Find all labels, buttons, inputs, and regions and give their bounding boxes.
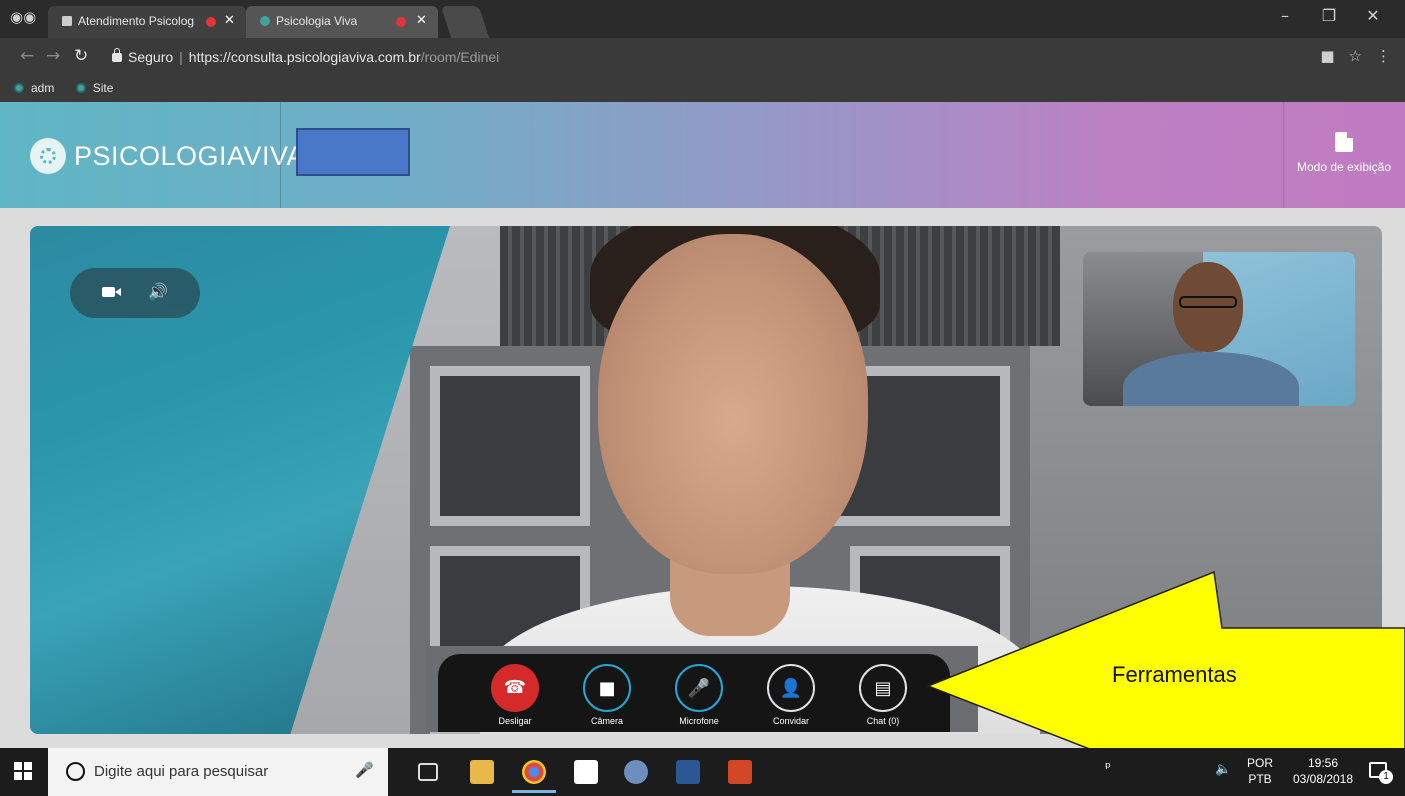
bookmark-label: adm bbox=[31, 81, 55, 95]
microphone-icon: 🎤 bbox=[687, 678, 711, 699]
camera-label: Câmera bbox=[590, 716, 623, 726]
word-icon[interactable] bbox=[676, 760, 700, 784]
call-toolbar: ☎ Desligar ■ Câmera 🎤 Microfone 👤 Convid… bbox=[426, 646, 978, 732]
redacted-box bbox=[296, 128, 410, 176]
camera-button[interactable]: ■ Câmera bbox=[568, 664, 646, 726]
tab-atendimento[interactable]: Atendimento Psicolog ✕ bbox=[48, 6, 246, 38]
window-controls: – ❐ ✕ bbox=[1263, 6, 1395, 25]
search-placeholder: Digite aqui para pesquisar bbox=[94, 763, 269, 780]
reload-icon[interactable]: ↻ bbox=[74, 46, 88, 66]
forward-icon[interactable]: → bbox=[46, 46, 60, 66]
watermark-text: bows. bbox=[1309, 696, 1346, 712]
bookmark-site[interactable]: Site bbox=[75, 81, 114, 95]
view-mode-button[interactable]: Modo de exibição bbox=[1288, 132, 1400, 174]
chrome-icon[interactable] bbox=[512, 760, 556, 793]
people-icon[interactable]: ᵖ bbox=[1105, 760, 1111, 776]
secure-label: Seguro bbox=[128, 49, 174, 65]
menu-icon[interactable]: ⋮ bbox=[1376, 47, 1391, 65]
chat-icon: ▤ bbox=[874, 678, 892, 699]
microphone-button[interactable]: 🎤 Microfone bbox=[660, 664, 738, 726]
recording-icon bbox=[396, 17, 406, 27]
view-mode-label: Modo de exibição bbox=[1296, 160, 1392, 174]
hangup-button[interactable]: ☎ Desligar bbox=[476, 664, 554, 726]
bookmarks-bar: adm Site bbox=[0, 76, 1405, 102]
camera-icon: ■ bbox=[598, 678, 616, 699]
page-icon bbox=[62, 16, 72, 26]
clock[interactable]: 19:56 03/08/2018 bbox=[1283, 755, 1363, 787]
address-bar[interactable]: Seguro | https://consulta.psicologiaviva.c… bbox=[112, 43, 1332, 71]
close-tab-icon[interactable]: ✕ bbox=[224, 13, 235, 28]
browser-tabbar: ◉◉ Atendimento Psicolog ✕ Psicologia Viv… bbox=[0, 0, 1405, 38]
add-user-icon: 👤 bbox=[779, 678, 803, 699]
url-host: https://consulta.psicologiaviva.com.br bbox=[188, 49, 421, 65]
screen: ◉◉ Atendimento Psicolog ✕ Psicologia Viv… bbox=[0, 0, 1405, 796]
keyboard-layout: PTB bbox=[1248, 772, 1272, 786]
chat-button[interactable]: ▤ Chat (0) bbox=[844, 664, 922, 726]
recording-icon bbox=[206, 17, 216, 27]
camera-indicator-icon[interactable]: ■ bbox=[1320, 47, 1334, 65]
incognito-icon: ◉◉ bbox=[10, 8, 37, 26]
new-tab-button[interactable] bbox=[440, 6, 490, 38]
media-status-pill: 🔊 bbox=[70, 268, 200, 318]
bookmark-label: Site bbox=[92, 81, 114, 95]
logo-text: PSICOLOGIAVIVA bbox=[74, 140, 306, 171]
speaker-icon[interactable]: 🔊 bbox=[148, 282, 168, 301]
taskbar-search[interactable]: Digite aqui para pesquisar 🎤 bbox=[48, 748, 388, 796]
app-header: PSICOLOGIAVIVA Modo de exibição bbox=[0, 102, 1405, 208]
url-path: /room/Edinei bbox=[420, 49, 500, 65]
lock-icon bbox=[112, 48, 122, 62]
header-divider bbox=[1283, 102, 1284, 208]
view-mode-icon bbox=[1335, 132, 1353, 152]
back-icon[interactable]: ← bbox=[20, 46, 34, 66]
file-explorer-icon[interactable] bbox=[470, 760, 494, 784]
clock-date: 03/08/2018 bbox=[1292, 772, 1354, 786]
windows-start-icon[interactable] bbox=[14, 762, 32, 780]
invite-button[interactable]: 👤 Convidar bbox=[752, 664, 830, 726]
invite-label: Convidar bbox=[772, 716, 810, 726]
remote-participant-face bbox=[598, 234, 868, 574]
psicologiaviva-logo[interactable]: PSICOLOGIAVIVA bbox=[30, 136, 305, 176]
psicologiaviva-favicon-icon bbox=[260, 16, 270, 26]
volume-icon[interactable]: 🔈 bbox=[1215, 762, 1231, 777]
star-bookmark-icon[interactable]: ☆ bbox=[1349, 47, 1362, 65]
language-code: POR bbox=[1246, 756, 1273, 770]
bookmark-favicon-icon bbox=[75, 83, 86, 93]
windows-taskbar: Digite aqui para pesquisar 🎤 ᵖ 🔈 POR PTB… bbox=[0, 748, 1405, 796]
clock-time: 19:56 bbox=[1307, 756, 1339, 770]
language-indicator[interactable]: POR PTB bbox=[1245, 755, 1275, 787]
call-toolbar-panel: ☎ Desligar ■ Câmera 🎤 Microfone 👤 Convid… bbox=[438, 654, 950, 732]
paint-icon[interactable] bbox=[624, 760, 648, 784]
tab-title: Psicologia Viva bbox=[276, 14, 358, 28]
hangup-label: Desligar bbox=[498, 716, 532, 726]
minimize-icon[interactable]: – bbox=[1263, 6, 1307, 25]
hangup-icon: ☎ bbox=[503, 677, 527, 698]
logo-icon bbox=[30, 138, 66, 174]
self-view-video[interactable] bbox=[1083, 252, 1355, 406]
sticky-app-icon[interactable] bbox=[574, 760, 598, 784]
pip-glasses bbox=[1179, 296, 1237, 308]
chat-label: Chat (0) bbox=[866, 716, 900, 726]
powerpoint-icon[interactable] bbox=[728, 760, 752, 784]
cortana-icon bbox=[66, 762, 85, 781]
bookmark-adm[interactable]: adm bbox=[14, 81, 54, 95]
header-divider bbox=[280, 102, 281, 208]
notification-badge: 1 bbox=[1379, 770, 1393, 784]
annotation-label: Ferramentas bbox=[1112, 662, 1237, 687]
bookmark-favicon-icon bbox=[14, 83, 24, 93]
restore-icon[interactable]: ❐ bbox=[1307, 6, 1351, 25]
omnibox-actions: ■ ☆ ⋮ bbox=[1306, 47, 1391, 65]
task-view-icon[interactable] bbox=[418, 763, 438, 781]
video-camera-icon[interactable] bbox=[102, 287, 121, 297]
microphone-label: Microfone bbox=[679, 716, 719, 726]
tab-title: Atendimento Psicolog bbox=[78, 14, 195, 28]
close-window-icon[interactable]: ✕ bbox=[1351, 6, 1395, 25]
microphone-icon[interactable]: 🎤 bbox=[355, 761, 374, 779]
tab-psicologia-viva[interactable]: Psicologia Viva ✕ bbox=[246, 6, 438, 38]
browser-toolbar: ← → ↻ Seguro | https://consulta.psicologia… bbox=[0, 38, 1405, 76]
close-tab-icon[interactable]: ✕ bbox=[416, 13, 427, 28]
